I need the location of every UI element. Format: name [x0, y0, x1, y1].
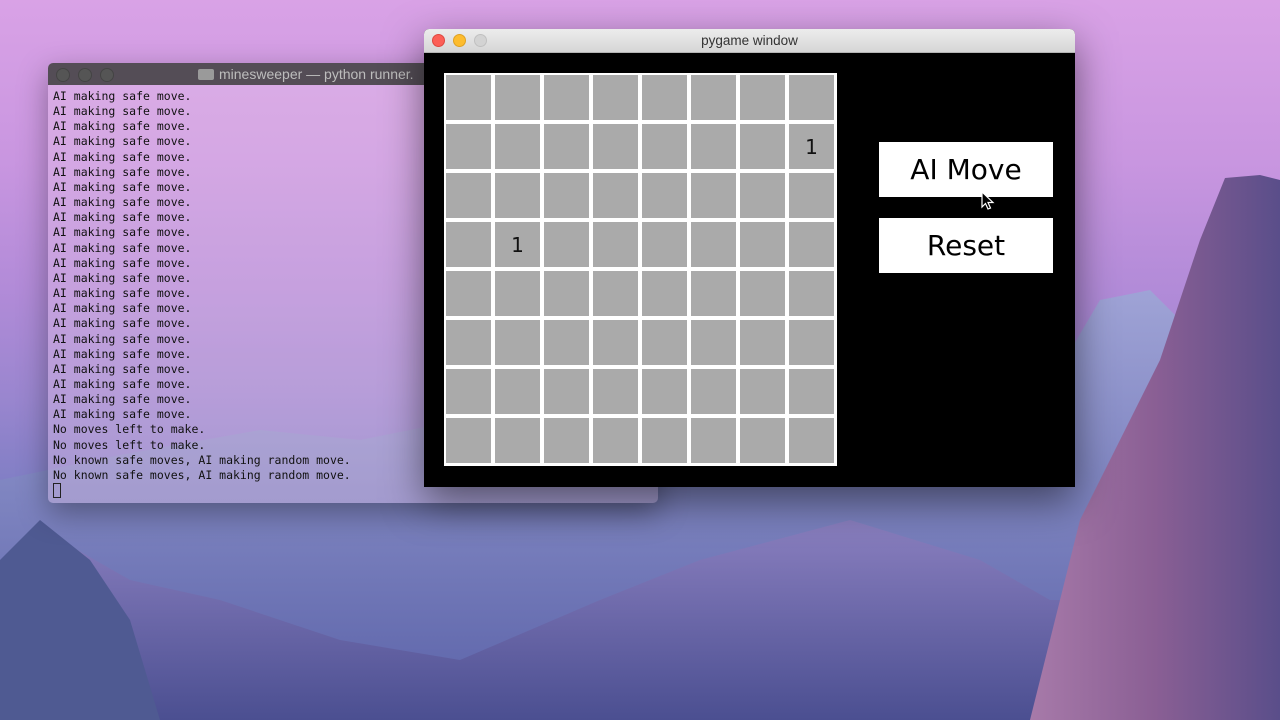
board-cell[interactable]: [740, 369, 785, 414]
minimize-button[interactable]: [453, 34, 466, 47]
board-cell[interactable]: [544, 124, 589, 169]
pygame-titlebar[interactable]: pygame window: [424, 29, 1075, 53]
board-cell[interactable]: [789, 320, 834, 365]
board-cell[interactable]: [544, 222, 589, 267]
board-cell[interactable]: [544, 369, 589, 414]
board-cell[interactable]: [740, 173, 785, 218]
minimize-button[interactable]: [78, 68, 92, 82]
board-cell[interactable]: [691, 320, 736, 365]
board-cell[interactable]: [593, 124, 638, 169]
board-cell[interactable]: [691, 222, 736, 267]
board-cell[interactable]: 1: [495, 222, 540, 267]
board-cell[interactable]: [446, 320, 491, 365]
board-cell[interactable]: [740, 320, 785, 365]
board-cell[interactable]: [544, 418, 589, 463]
board-cell[interactable]: [593, 271, 638, 316]
zoom-button[interactable]: [100, 68, 114, 82]
board-cell[interactable]: [544, 271, 589, 316]
board-cell[interactable]: [446, 222, 491, 267]
folder-icon: [198, 69, 214, 80]
terminal-cursor: [53, 483, 61, 499]
board-cell[interactable]: [789, 418, 834, 463]
board-cell[interactable]: [593, 75, 638, 120]
board-cell[interactable]: [446, 418, 491, 463]
close-button[interactable]: [56, 68, 70, 82]
board-cell[interactable]: [446, 369, 491, 414]
board-cell[interactable]: [789, 222, 834, 267]
zoom-button: [474, 34, 487, 47]
board-cell[interactable]: [789, 271, 834, 316]
mouse-cursor-icon: [981, 191, 995, 210]
board-cell[interactable]: [593, 173, 638, 218]
board-cell[interactable]: [642, 418, 687, 463]
board-cell[interactable]: [495, 124, 540, 169]
board-cell[interactable]: [544, 173, 589, 218]
board-cell[interactable]: [642, 271, 687, 316]
board-cell[interactable]: [740, 271, 785, 316]
board-cell[interactable]: [495, 320, 540, 365]
board-cell[interactable]: [789, 369, 834, 414]
board-cell[interactable]: [642, 75, 687, 120]
board-cell[interactable]: [740, 222, 785, 267]
board-cell[interactable]: [789, 173, 834, 218]
board-cell[interactable]: [544, 320, 589, 365]
board-cell[interactable]: 1: [789, 124, 834, 169]
pygame-window[interactable]: pygame window 11 AI Move Reset: [424, 29, 1075, 487]
minesweeper-board[interactable]: 11: [444, 73, 837, 466]
board-cell[interactable]: [642, 173, 687, 218]
terminal-title: minesweeper — python runner.: [198, 66, 414, 82]
board-cell[interactable]: [691, 75, 736, 120]
board-cell[interactable]: [691, 271, 736, 316]
board-cell[interactable]: [446, 75, 491, 120]
board-cell[interactable]: [446, 173, 491, 218]
board-cell[interactable]: [495, 75, 540, 120]
close-button[interactable]: [432, 34, 445, 47]
board-cell[interactable]: [642, 369, 687, 414]
board-cell[interactable]: [691, 173, 736, 218]
board-cell[interactable]: [495, 418, 540, 463]
board-cell[interactable]: [642, 320, 687, 365]
board-cell[interactable]: [495, 173, 540, 218]
board-cell[interactable]: [691, 369, 736, 414]
board-cell[interactable]: [691, 124, 736, 169]
reset-button[interactable]: Reset: [879, 218, 1053, 273]
board-cell[interactable]: [593, 222, 638, 267]
window-title: pygame window: [701, 33, 798, 48]
board-cell[interactable]: [691, 418, 736, 463]
board-cell[interactable]: [740, 75, 785, 120]
board-cell[interactable]: [446, 124, 491, 169]
board-cell[interactable]: [544, 75, 589, 120]
board-cell[interactable]: [642, 222, 687, 267]
board-cell[interactable]: [789, 75, 834, 120]
board-cell[interactable]: [593, 369, 638, 414]
board-cell[interactable]: [495, 369, 540, 414]
ai-move-button[interactable]: AI Move: [879, 142, 1053, 197]
board-cell[interactable]: [593, 320, 638, 365]
board-cell[interactable]: [642, 124, 687, 169]
board-cell[interactable]: [446, 271, 491, 316]
board-cell[interactable]: [740, 124, 785, 169]
board-cell[interactable]: [593, 418, 638, 463]
board-cell[interactable]: [740, 418, 785, 463]
board-cell[interactable]: [495, 271, 540, 316]
